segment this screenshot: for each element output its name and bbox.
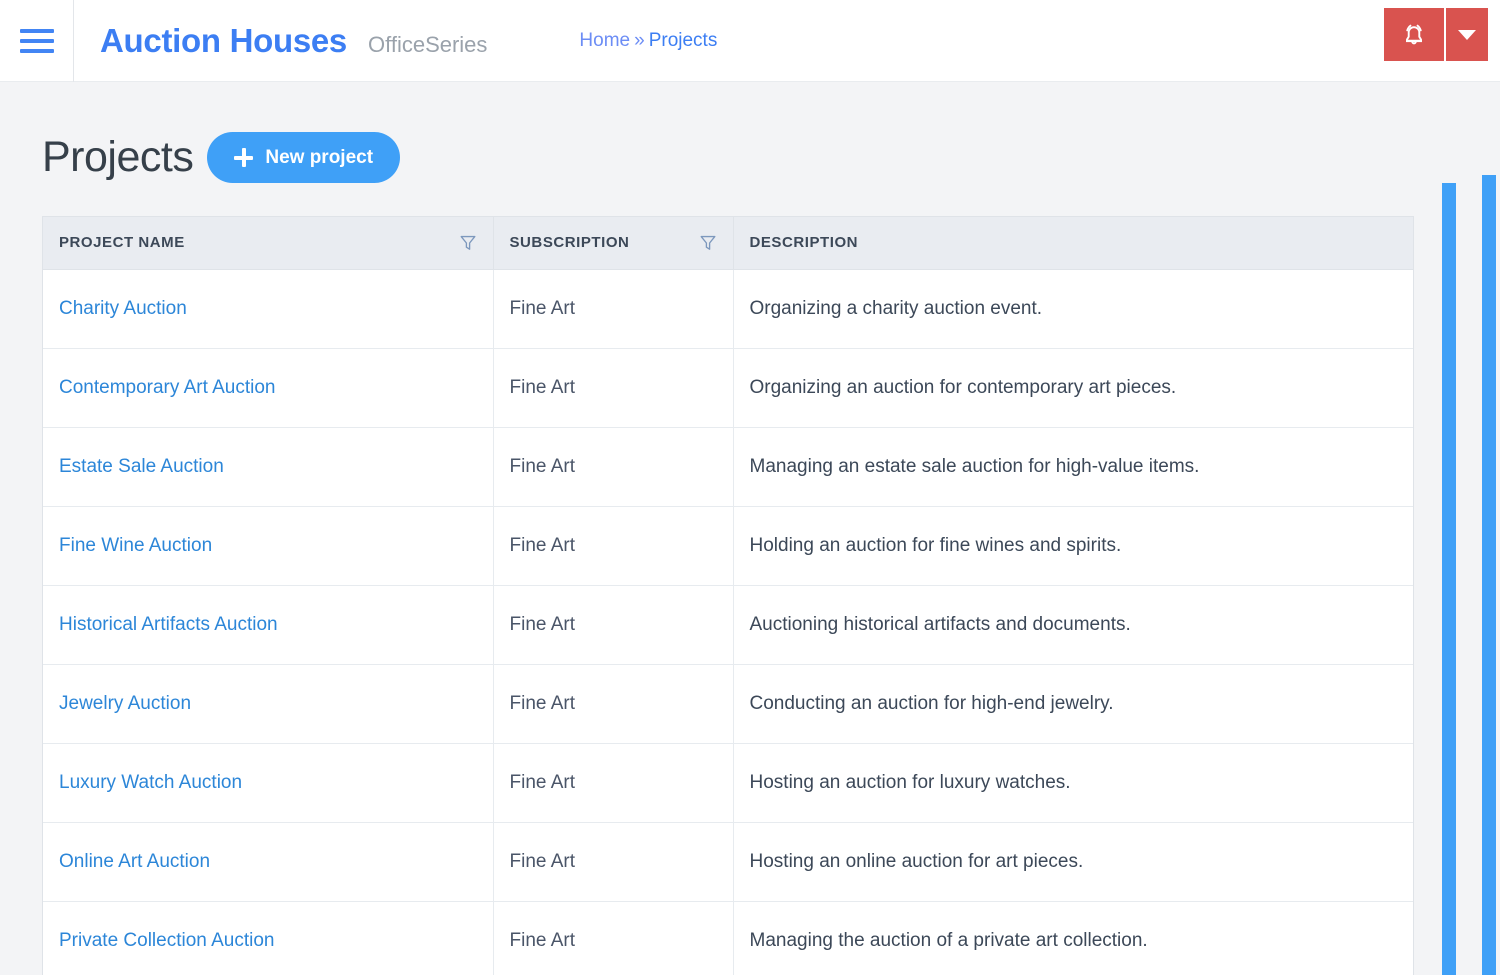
cell-project-name: Private Collection Auction bbox=[43, 901, 494, 975]
hamburger-bar bbox=[19, 38, 54, 43]
project-link[interactable]: Private Collection Auction bbox=[59, 930, 274, 951]
brand-block: Auction Houses OfficeSeries bbox=[74, 22, 487, 60]
column-header-label: SUBSCRIPTION bbox=[509, 234, 630, 252]
project-link[interactable]: Jewelry Auction bbox=[59, 693, 191, 714]
cell-project-name: Charity Auction bbox=[43, 269, 494, 349]
page-header: Projects New project bbox=[42, 82, 1458, 216]
table-body: Charity Auction Fine Art Organizing a char… bbox=[43, 269, 1413, 975]
page-content: Projects New project PROJECT NAME SUBSCR… bbox=[0, 82, 1500, 975]
table-row: Luxury Watch Auction Fine Art Hosting an a… bbox=[43, 743, 1413, 823]
hamburger-bar bbox=[19, 48, 54, 53]
project-link[interactable]: Luxury Watch Auction bbox=[59, 772, 242, 793]
breadcrumb-item-projects[interactable]: Projects bbox=[649, 30, 718, 52]
cell-subscription: Fine Art bbox=[493, 506, 734, 586]
cell-description: Conducting an auction for high-end jewel… bbox=[733, 664, 1413, 744]
table-row: Jewelry Auction Fine Art Conducting an auc… bbox=[43, 664, 1413, 744]
cell-subscription: Fine Art bbox=[493, 269, 734, 349]
project-link[interactable]: Contemporary Art Auction bbox=[59, 377, 276, 398]
project-link[interactable]: Historical Artifacts Auction bbox=[59, 614, 278, 635]
projects-table-container: PROJECT NAME SUBSCRIPTION DESCRIPTION Ch… bbox=[42, 216, 1414, 975]
table-row: Private Collection Auction Fine Art Managi… bbox=[43, 901, 1413, 975]
cell-description: Organizing a charity auction event. bbox=[733, 269, 1413, 349]
cell-project-name: Estate Sale Auction bbox=[43, 427, 494, 507]
app-subtitle: OfficeSeries bbox=[368, 31, 488, 57]
page-scrollbar-thumb[interactable] bbox=[1482, 175, 1496, 975]
inner-scrollbar-thumb[interactable] bbox=[1442, 183, 1456, 975]
hamburger-bar bbox=[19, 28, 54, 33]
app-title[interactable]: Auction Houses bbox=[100, 22, 347, 60]
column-header-label: DESCRIPTION bbox=[749, 234, 859, 252]
table-row: Fine Wine Auction Fine Art Holding an auct… bbox=[43, 506, 1413, 586]
breadcrumb-item-home[interactable]: Home bbox=[579, 30, 630, 52]
column-header-project-name[interactable]: PROJECT NAME bbox=[43, 217, 494, 270]
table-header: PROJECT NAME SUBSCRIPTION DESCRIPTION bbox=[43, 217, 1413, 270]
project-link[interactable]: Charity Auction bbox=[59, 298, 187, 319]
cell-subscription: Fine Art bbox=[493, 901, 734, 975]
table-row: Online Art Auction Fine Art Hosting an onl… bbox=[43, 822, 1413, 902]
cell-description: Managing an estate sale auction for high… bbox=[733, 427, 1413, 507]
cell-project-name: Fine Wine Auction bbox=[43, 506, 494, 586]
hamburger-menu-icon[interactable] bbox=[0, 0, 74, 82]
project-link[interactable]: Fine Wine Auction bbox=[59, 535, 212, 556]
table-row: Historical Artifacts Auction Fine Art Auct… bbox=[43, 585, 1413, 665]
cell-subscription: Fine Art bbox=[493, 822, 734, 902]
top-bar: Auction Houses OfficeSeries Home » Proje… bbox=[0, 0, 1500, 82]
cell-subscription: Fine Art bbox=[493, 664, 734, 744]
table-row: Contemporary Art Auction Fine Art Organizi… bbox=[43, 348, 1413, 428]
notifications-dropdown-button[interactable] bbox=[1446, 8, 1488, 61]
cell-subscription: Fine Art bbox=[493, 743, 734, 823]
cell-project-name: Contemporary Art Auction bbox=[43, 348, 494, 428]
notifications-button[interactable] bbox=[1384, 8, 1444, 61]
column-header-label: PROJECT NAME bbox=[59, 234, 185, 252]
chevron-down-icon bbox=[1458, 29, 1476, 40]
cell-project-name: Historical Artifacts Auction bbox=[43, 585, 494, 665]
bell-icon bbox=[1406, 24, 1422, 44]
cell-subscription: Fine Art bbox=[493, 348, 734, 428]
cell-description: Holding an auction for fine wines and sp… bbox=[733, 506, 1413, 586]
page-title: Projects bbox=[42, 133, 194, 181]
projects-table: PROJECT NAME SUBSCRIPTION DESCRIPTION Ch… bbox=[43, 217, 1413, 975]
cell-subscription: Fine Art bbox=[493, 427, 734, 507]
cell-description: Hosting an auction for luxury watches. bbox=[733, 743, 1413, 823]
topbar-actions bbox=[1384, 8, 1488, 61]
cell-description: Hosting an online auction for art pieces… bbox=[733, 822, 1413, 902]
new-project-button[interactable]: New project bbox=[207, 132, 401, 183]
cell-project-name: Jewelry Auction bbox=[43, 664, 494, 744]
project-link[interactable]: Estate Sale Auction bbox=[59, 456, 224, 477]
cell-subscription: Fine Art bbox=[493, 585, 734, 665]
cell-project-name: Luxury Watch Auction bbox=[43, 743, 494, 823]
filter-funnel-icon-subscription[interactable] bbox=[699, 234, 717, 252]
column-header-subscription[interactable]: SUBSCRIPTION bbox=[493, 217, 734, 270]
filter-funnel-icon-project-name[interactable] bbox=[459, 234, 477, 252]
project-link[interactable]: Online Art Auction bbox=[59, 851, 210, 872]
plus-icon bbox=[234, 148, 254, 167]
cell-description: Auctioning historical artifacts and docu… bbox=[733, 585, 1413, 665]
table-row: Estate Sale Auction Fine Art Managing an e… bbox=[43, 427, 1413, 507]
cell-project-name: Online Art Auction bbox=[43, 822, 494, 902]
column-header-description[interactable]: DESCRIPTION bbox=[733, 217, 1413, 270]
new-project-button-label: New project bbox=[265, 146, 374, 168]
breadcrumb-separator-icon: » bbox=[634, 29, 645, 51]
cell-description: Managing the auction of a private art co… bbox=[733, 901, 1413, 975]
breadcrumb: Home » Projects bbox=[579, 30, 717, 52]
table-header-row: PROJECT NAME SUBSCRIPTION DESCRIPTION bbox=[43, 217, 1413, 270]
table-row: Charity Auction Fine Art Organizing a char… bbox=[43, 269, 1413, 349]
cell-description: Organizing an auction for contemporary a… bbox=[733, 348, 1413, 428]
